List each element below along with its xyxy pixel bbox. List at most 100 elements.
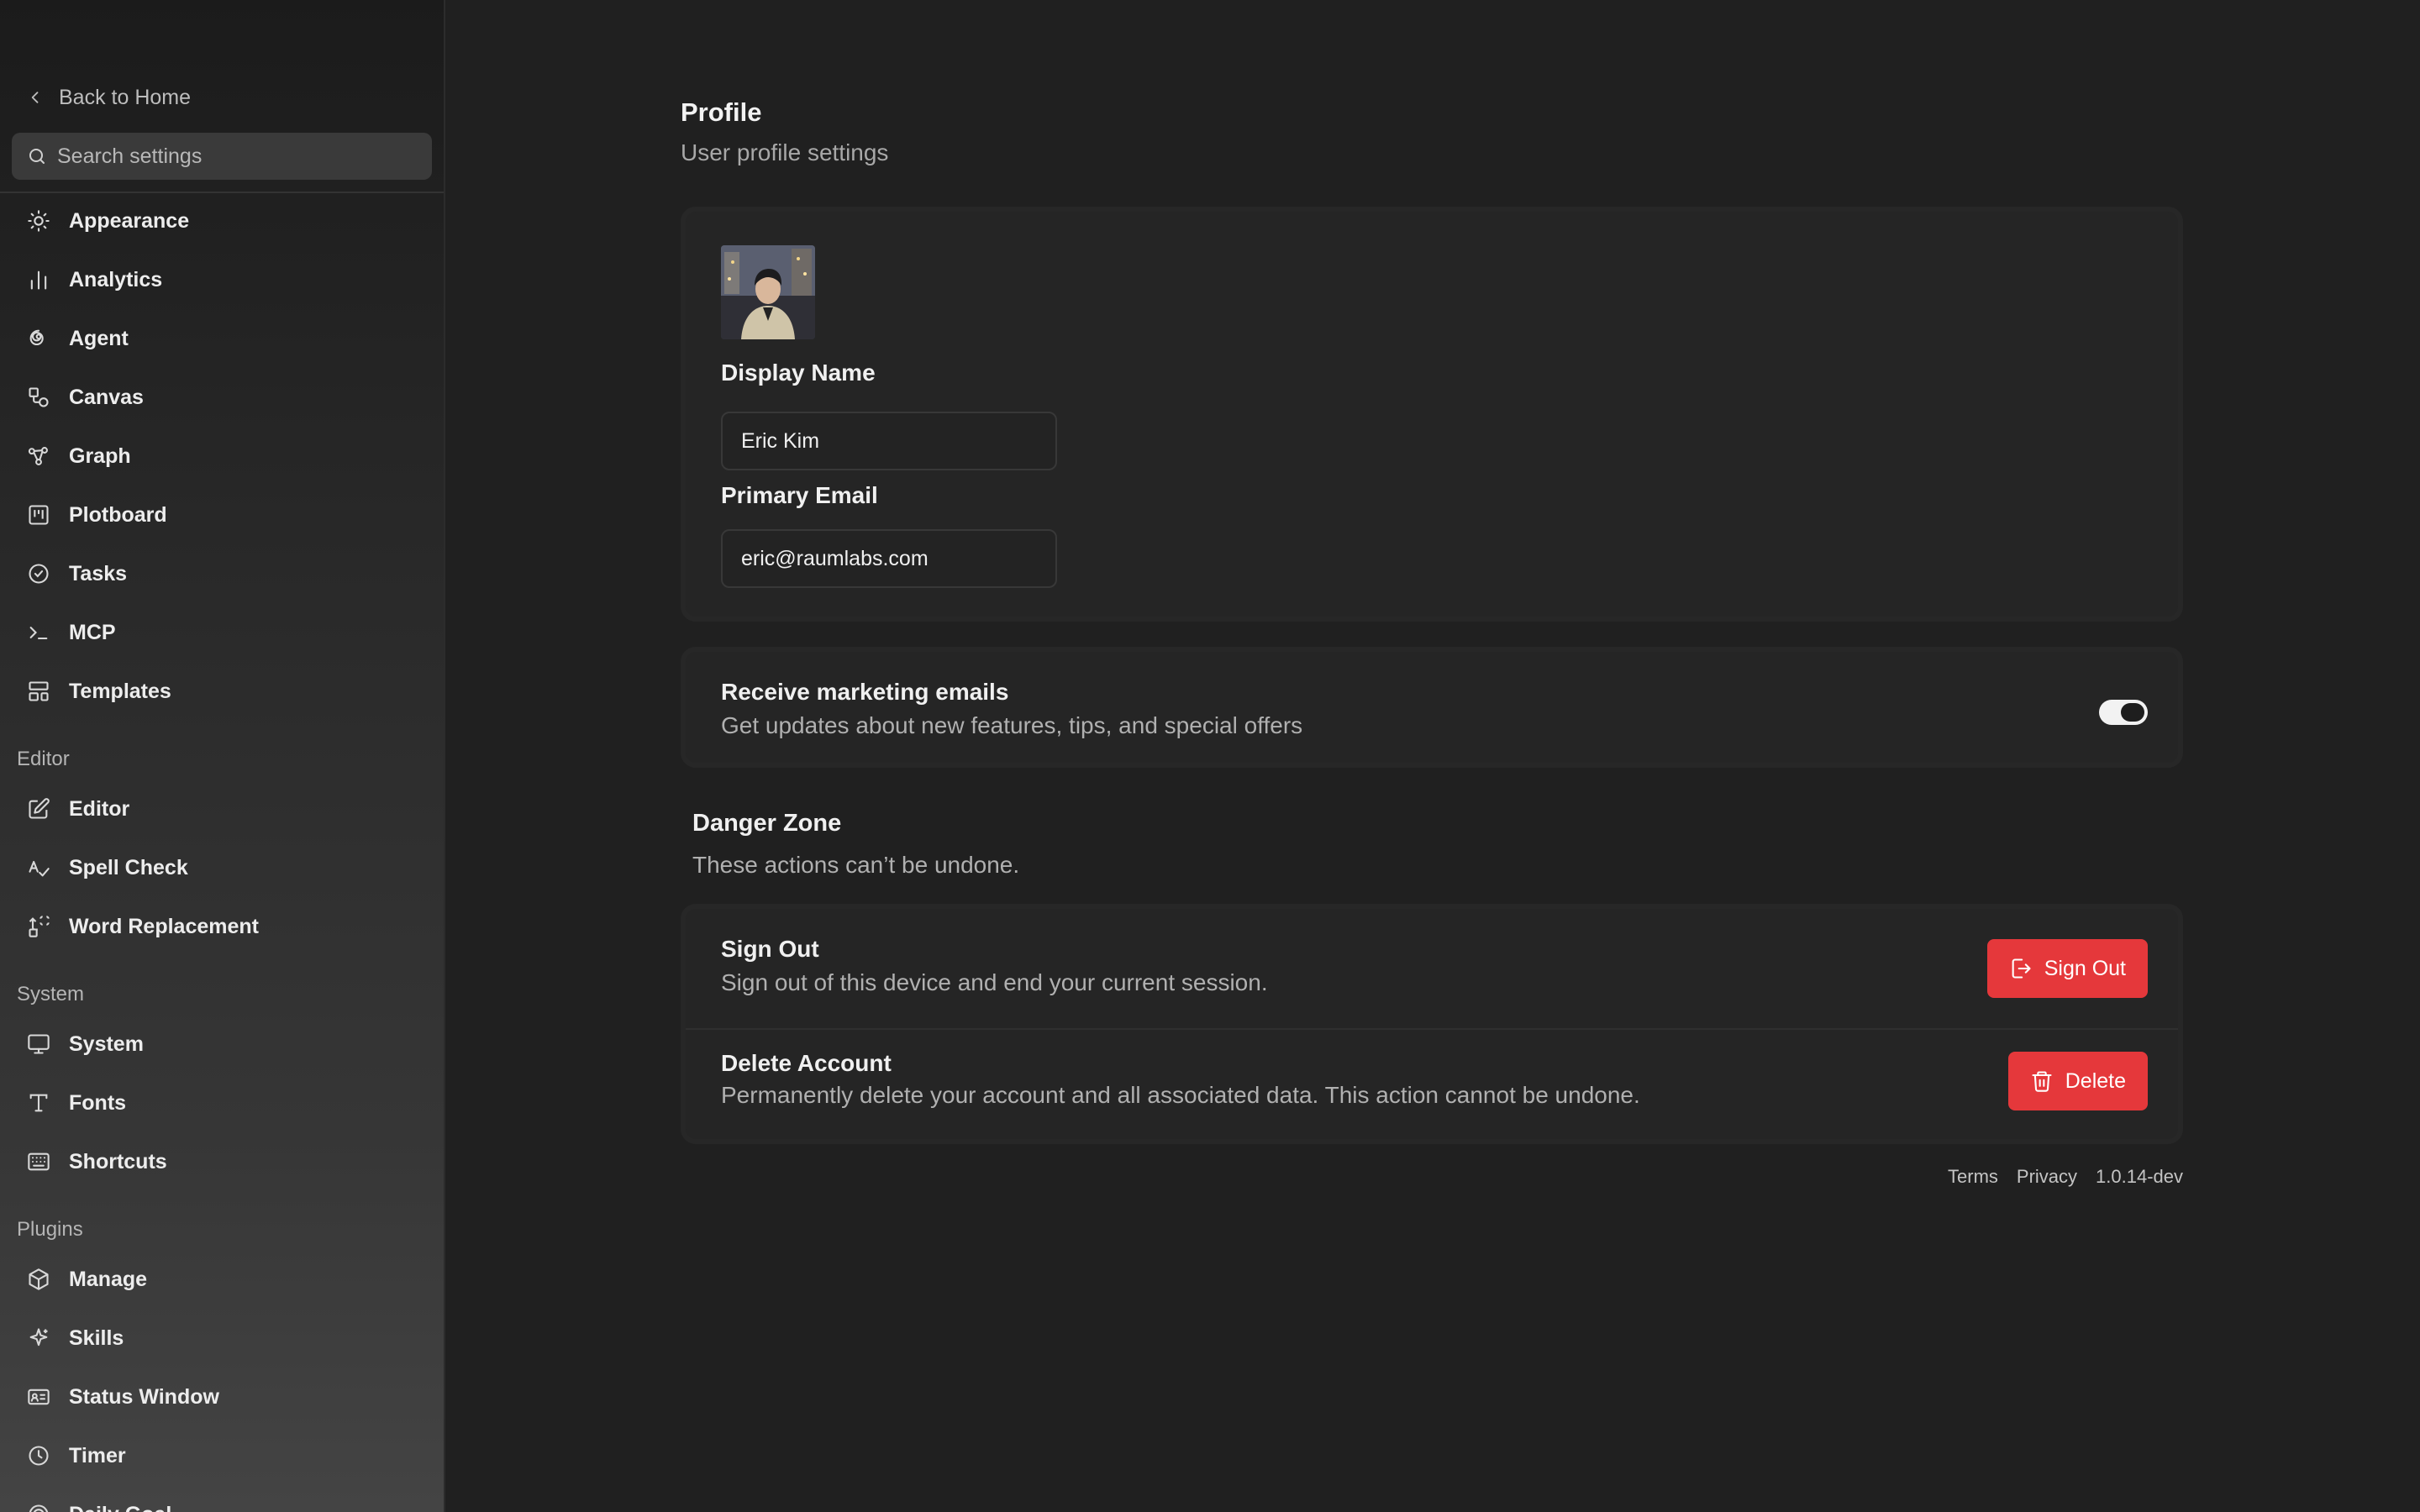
- danger-zone-description: These actions can’t be undone.: [692, 852, 1020, 878]
- sidebar-item-label: System: [69, 1032, 144, 1056]
- danger-zone-title: Danger Zone: [692, 810, 842, 837]
- page-subtitle: User profile settings: [681, 139, 889, 165]
- sidebar-item-label: Fonts: [69, 1090, 127, 1115]
- layout-template-icon: [29, 681, 49, 701]
- back-to-home-label: Back to Home: [59, 85, 192, 109]
- sidebar-item-label: Shortcuts: [69, 1149, 167, 1173]
- sidebar-item-word-replacement[interactable]: Word Replacement: [0, 897, 444, 956]
- sign-out-title: Sign Out: [721, 936, 819, 962]
- keyboard-icon: [28, 1152, 50, 1171]
- sidebar-item-manage[interactable]: Manage: [0, 1250, 444, 1309]
- danger-zone-card: Sign Out Sign out of this device and end…: [681, 904, 2183, 1144]
- privacy-link[interactable]: Privacy: [2017, 1166, 2077, 1188]
- primary-email-field[interactable]: [721, 529, 1057, 588]
- search-box: [12, 133, 432, 180]
- marketing-emails-card: Receive marketing emails Get updates abo…: [681, 647, 2183, 768]
- sign-out-description: Sign out of this device and end your cur…: [721, 969, 1268, 995]
- sidebar-item-label: Spell Check: [69, 855, 188, 879]
- search-input[interactable]: [57, 144, 427, 169]
- sidebar-item-label: MCP: [69, 620, 116, 644]
- avatar[interactable]: [721, 245, 815, 339]
- sidebar-item-label: Manage: [69, 1267, 148, 1291]
- profile-card: Display Name Primary Email: [681, 207, 2183, 622]
- sidebar-item-graph[interactable]: Graph: [0, 427, 444, 486]
- sidebar-item-spell-check[interactable]: Spell Check: [0, 838, 444, 897]
- sidebar-item-daily-goal[interactable]: Daily Goal: [0, 1485, 444, 1512]
- target-icon: [29, 1504, 49, 1512]
- sidebar-item-label: Status Window: [69, 1384, 219, 1409]
- marketing-emails-toggle[interactable]: [2099, 700, 2148, 725]
- settings-sidebar: Back to Home Appearance Analytics Agent …: [0, 0, 445, 1512]
- sidebar-item-fonts[interactable]: Fonts: [0, 1074, 444, 1132]
- sign-out-button-label: Sign Out: [2044, 956, 2126, 980]
- spell-check-icon: [29, 860, 50, 877]
- footer: Terms Privacy 1.0.14-dev: [1948, 1166, 2183, 1188]
- sidebar-item-label: Plotboard: [69, 502, 167, 527]
- clock-icon: [29, 1446, 49, 1466]
- back-to-home-link[interactable]: Back to Home: [27, 81, 191, 114]
- display-name-label: Display Name: [721, 360, 876, 386]
- sidebar-item-label: Agent: [69, 326, 129, 350]
- sidebar-item-templates[interactable]: Templates: [0, 662, 444, 721]
- sparkles-icon: [29, 1328, 48, 1347]
- sidebar-item-plotboard[interactable]: Plotboard: [0, 486, 444, 544]
- sidebar-item-label: Daily Goal: [69, 1503, 171, 1512]
- log-out-icon: [2012, 958, 2031, 979]
- sidebar-item-label: Appearance: [69, 208, 190, 233]
- sidebar-item-label: Word Replacement: [69, 914, 259, 938]
- kanban-icon: [29, 505, 49, 525]
- sidebar-item-label: Editor: [69, 796, 130, 821]
- primary-email-label: Primary Email: [721, 482, 878, 508]
- avatar-photo: [721, 245, 815, 339]
- chevron-left-icon: [31, 92, 39, 103]
- marketing-emails-title: Receive marketing emails: [721, 679, 1009, 705]
- sidebar-item-tasks[interactable]: Tasks: [0, 544, 444, 603]
- graph-nodes-icon: [28, 447, 48, 465]
- sidebar-item-timer[interactable]: Timer: [0, 1426, 444, 1485]
- sign-out-button[interactable]: Sign Out: [1986, 939, 2148, 998]
- monitor-icon: [28, 1034, 50, 1054]
- terms-link[interactable]: Terms: [1948, 1166, 1998, 1188]
- section-heading-system: System: [17, 983, 85, 1005]
- sidebar-item-analytics[interactable]: Analytics: [0, 250, 444, 309]
- sidebar-item-label: Templates: [69, 679, 171, 703]
- sidebar-item-label: Analytics: [69, 267, 163, 291]
- sidebar-item-appearance[interactable]: Appearance: [0, 192, 444, 250]
- sidebar-item-label: Canvas: [69, 385, 144, 409]
- spiral-icon: [29, 329, 44, 346]
- sidebar-item-editor[interactable]: Editor: [0, 780, 444, 838]
- settings-nav: Appearance Analytics Agent Canvas Graph …: [0, 192, 444, 1512]
- sidebar-item-label: Tasks: [69, 561, 128, 585]
- edit-icon: [29, 798, 50, 819]
- delete-account-button[interactable]: Delete: [2007, 1052, 2148, 1110]
- sidebar-item-system[interactable]: System: [0, 1015, 444, 1074]
- sidebar-item-shortcuts[interactable]: Shortcuts: [0, 1132, 444, 1191]
- delete-account-description: Permanently delete your account and all …: [721, 1082, 1640, 1108]
- danger-zone-divider: [686, 1028, 2178, 1030]
- sidebar-item-label: Graph: [69, 444, 131, 468]
- section-heading-editor: Editor: [17, 748, 70, 770]
- settings-main: Profile User profile settings Display Na…: [447, 0, 2420, 1512]
- sidebar-item-status-window[interactable]: Status Window: [0, 1368, 444, 1426]
- sidebar-item-canvas[interactable]: Canvas: [0, 368, 444, 427]
- sidebar-item-label: Skills: [69, 1326, 124, 1350]
- toggle-knob: [2121, 703, 2144, 722]
- id-card-icon: [28, 1389, 50, 1405]
- search-icon: [29, 149, 45, 164]
- display-name-field[interactable]: [721, 412, 1057, 470]
- trash-icon: [2032, 1071, 2052, 1092]
- shapes-icon: [29, 387, 49, 407]
- section-heading-plugins: Plugins: [17, 1218, 83, 1241]
- sun-icon: [28, 210, 50, 232]
- replace-icon: [29, 916, 50, 937]
- delete-account-title: Delete Account: [721, 1050, 892, 1076]
- sidebar-item-mcp[interactable]: MCP: [0, 603, 444, 662]
- version-label: 1.0.14-dev: [2096, 1166, 2183, 1187]
- check-circle-icon: [29, 564, 49, 584]
- type-icon: [29, 1094, 48, 1112]
- page-title: Profile: [681, 97, 762, 127]
- sidebar-item-skills[interactable]: Skills: [0, 1309, 444, 1368]
- marketing-emails-description: Get updates about new features, tips, an…: [721, 712, 1303, 738]
- sidebar-item-label: Timer: [69, 1443, 126, 1467]
- sidebar-item-agent[interactable]: Agent: [0, 309, 444, 368]
